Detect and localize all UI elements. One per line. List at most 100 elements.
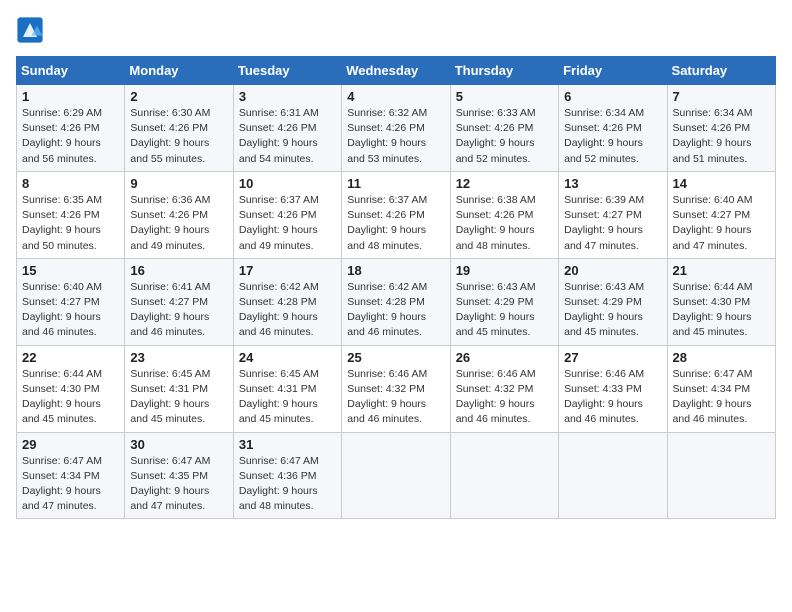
day-number: 18 xyxy=(347,263,444,278)
day-info: Sunrise: 6:30 AMSunset: 4:26 PMDaylight:… xyxy=(130,107,210,165)
calendar-week-1: 1 Sunrise: 6:29 AMSunset: 4:26 PMDayligh… xyxy=(17,85,776,172)
day-number: 4 xyxy=(347,89,444,104)
day-number: 26 xyxy=(456,350,553,365)
calendar-cell: 28 Sunrise: 6:47 AMSunset: 4:34 PMDaylig… xyxy=(667,345,775,432)
calendar-cell: 1 Sunrise: 6:29 AMSunset: 4:26 PMDayligh… xyxy=(17,85,125,172)
day-info: Sunrise: 6:38 AMSunset: 4:26 PMDaylight:… xyxy=(456,194,536,252)
calendar-cell: 19 Sunrise: 6:43 AMSunset: 4:29 PMDaylig… xyxy=(450,258,558,345)
weekday-wednesday: Wednesday xyxy=(342,57,450,85)
day-info: Sunrise: 6:29 AMSunset: 4:26 PMDaylight:… xyxy=(22,107,102,165)
calendar-cell xyxy=(667,432,775,519)
calendar-cell: 30 Sunrise: 6:47 AMSunset: 4:35 PMDaylig… xyxy=(125,432,233,519)
day-number: 27 xyxy=(564,350,661,365)
day-info: Sunrise: 6:47 AMSunset: 4:34 PMDaylight:… xyxy=(22,455,102,513)
calendar-cell: 8 Sunrise: 6:35 AMSunset: 4:26 PMDayligh… xyxy=(17,171,125,258)
calendar-week-2: 8 Sunrise: 6:35 AMSunset: 4:26 PMDayligh… xyxy=(17,171,776,258)
day-info: Sunrise: 6:39 AMSunset: 4:27 PMDaylight:… xyxy=(564,194,644,252)
day-number: 9 xyxy=(130,176,227,191)
day-info: Sunrise: 6:37 AMSunset: 4:26 PMDaylight:… xyxy=(347,194,427,252)
calendar-cell: 5 Sunrise: 6:33 AMSunset: 4:26 PMDayligh… xyxy=(450,85,558,172)
day-info: Sunrise: 6:43 AMSunset: 4:29 PMDaylight:… xyxy=(456,281,536,339)
day-info: Sunrise: 6:40 AMSunset: 4:27 PMDaylight:… xyxy=(22,281,102,339)
calendar-table: SundayMondayTuesdayWednesdayThursdayFrid… xyxy=(16,56,776,519)
day-number: 3 xyxy=(239,89,336,104)
day-number: 5 xyxy=(456,89,553,104)
calendar-cell: 21 Sunrise: 6:44 AMSunset: 4:30 PMDaylig… xyxy=(667,258,775,345)
weekday-friday: Friday xyxy=(559,57,667,85)
day-info: Sunrise: 6:46 AMSunset: 4:33 PMDaylight:… xyxy=(564,368,644,426)
calendar-week-4: 22 Sunrise: 6:44 AMSunset: 4:30 PMDaylig… xyxy=(17,345,776,432)
day-info: Sunrise: 6:46 AMSunset: 4:32 PMDaylight:… xyxy=(456,368,536,426)
weekday-thursday: Thursday xyxy=(450,57,558,85)
day-number: 24 xyxy=(239,350,336,365)
day-info: Sunrise: 6:45 AMSunset: 4:31 PMDaylight:… xyxy=(239,368,319,426)
weekday-sunday: Sunday xyxy=(17,57,125,85)
calendar-week-5: 29 Sunrise: 6:47 AMSunset: 4:34 PMDaylig… xyxy=(17,432,776,519)
day-info: Sunrise: 6:44 AMSunset: 4:30 PMDaylight:… xyxy=(673,281,753,339)
day-number: 30 xyxy=(130,437,227,452)
page-header xyxy=(16,16,776,44)
calendar-cell: 12 Sunrise: 6:38 AMSunset: 4:26 PMDaylig… xyxy=(450,171,558,258)
day-number: 11 xyxy=(347,176,444,191)
day-info: Sunrise: 6:34 AMSunset: 4:26 PMDaylight:… xyxy=(564,107,644,165)
day-info: Sunrise: 6:47 AMSunset: 4:34 PMDaylight:… xyxy=(673,368,753,426)
calendar-cell: 22 Sunrise: 6:44 AMSunset: 4:30 PMDaylig… xyxy=(17,345,125,432)
calendar-cell: 11 Sunrise: 6:37 AMSunset: 4:26 PMDaylig… xyxy=(342,171,450,258)
day-number: 16 xyxy=(130,263,227,278)
day-info: Sunrise: 6:33 AMSunset: 4:26 PMDaylight:… xyxy=(456,107,536,165)
calendar-cell: 2 Sunrise: 6:30 AMSunset: 4:26 PMDayligh… xyxy=(125,85,233,172)
day-info: Sunrise: 6:47 AMSunset: 4:35 PMDaylight:… xyxy=(130,455,210,513)
day-info: Sunrise: 6:46 AMSunset: 4:32 PMDaylight:… xyxy=(347,368,427,426)
day-info: Sunrise: 6:45 AMSunset: 4:31 PMDaylight:… xyxy=(130,368,210,426)
day-info: Sunrise: 6:36 AMSunset: 4:26 PMDaylight:… xyxy=(130,194,210,252)
day-info: Sunrise: 6:31 AMSunset: 4:26 PMDaylight:… xyxy=(239,107,319,165)
day-number: 21 xyxy=(673,263,770,278)
day-number: 29 xyxy=(22,437,119,452)
calendar-cell: 17 Sunrise: 6:42 AMSunset: 4:28 PMDaylig… xyxy=(233,258,341,345)
calendar-cell: 20 Sunrise: 6:43 AMSunset: 4:29 PMDaylig… xyxy=(559,258,667,345)
day-number: 19 xyxy=(456,263,553,278)
calendar-cell: 31 Sunrise: 6:47 AMSunset: 4:36 PMDaylig… xyxy=(233,432,341,519)
calendar-cell: 13 Sunrise: 6:39 AMSunset: 4:27 PMDaylig… xyxy=(559,171,667,258)
weekday-header-row: SundayMondayTuesdayWednesdayThursdayFrid… xyxy=(17,57,776,85)
calendar-cell: 3 Sunrise: 6:31 AMSunset: 4:26 PMDayligh… xyxy=(233,85,341,172)
calendar-cell xyxy=(450,432,558,519)
day-number: 6 xyxy=(564,89,661,104)
day-number: 25 xyxy=(347,350,444,365)
day-info: Sunrise: 6:35 AMSunset: 4:26 PMDaylight:… xyxy=(22,194,102,252)
calendar-cell: 23 Sunrise: 6:45 AMSunset: 4:31 PMDaylig… xyxy=(125,345,233,432)
calendar-cell: 15 Sunrise: 6:40 AMSunset: 4:27 PMDaylig… xyxy=(17,258,125,345)
day-number: 22 xyxy=(22,350,119,365)
day-number: 8 xyxy=(22,176,119,191)
calendar-cell: 29 Sunrise: 6:47 AMSunset: 4:34 PMDaylig… xyxy=(17,432,125,519)
day-number: 10 xyxy=(239,176,336,191)
calendar-cell: 6 Sunrise: 6:34 AMSunset: 4:26 PMDayligh… xyxy=(559,85,667,172)
weekday-tuesday: Tuesday xyxy=(233,57,341,85)
day-info: Sunrise: 6:43 AMSunset: 4:29 PMDaylight:… xyxy=(564,281,644,339)
day-info: Sunrise: 6:42 AMSunset: 4:28 PMDaylight:… xyxy=(347,281,427,339)
day-info: Sunrise: 6:37 AMSunset: 4:26 PMDaylight:… xyxy=(239,194,319,252)
calendar-cell: 25 Sunrise: 6:46 AMSunset: 4:32 PMDaylig… xyxy=(342,345,450,432)
day-number: 17 xyxy=(239,263,336,278)
day-info: Sunrise: 6:32 AMSunset: 4:26 PMDaylight:… xyxy=(347,107,427,165)
day-number: 13 xyxy=(564,176,661,191)
calendar-cell xyxy=(342,432,450,519)
logo-icon xyxy=(16,16,44,44)
calendar-week-3: 15 Sunrise: 6:40 AMSunset: 4:27 PMDaylig… xyxy=(17,258,776,345)
day-info: Sunrise: 6:40 AMSunset: 4:27 PMDaylight:… xyxy=(673,194,753,252)
logo xyxy=(16,16,48,44)
calendar-cell: 7 Sunrise: 6:34 AMSunset: 4:26 PMDayligh… xyxy=(667,85,775,172)
day-info: Sunrise: 6:42 AMSunset: 4:28 PMDaylight:… xyxy=(239,281,319,339)
calendar-cell: 27 Sunrise: 6:46 AMSunset: 4:33 PMDaylig… xyxy=(559,345,667,432)
day-number: 7 xyxy=(673,89,770,104)
calendar-cell: 10 Sunrise: 6:37 AMSunset: 4:26 PMDaylig… xyxy=(233,171,341,258)
day-number: 12 xyxy=(456,176,553,191)
day-number: 2 xyxy=(130,89,227,104)
calendar-cell: 14 Sunrise: 6:40 AMSunset: 4:27 PMDaylig… xyxy=(667,171,775,258)
day-number: 28 xyxy=(673,350,770,365)
calendar-cell: 26 Sunrise: 6:46 AMSunset: 4:32 PMDaylig… xyxy=(450,345,558,432)
weekday-monday: Monday xyxy=(125,57,233,85)
calendar-body: 1 Sunrise: 6:29 AMSunset: 4:26 PMDayligh… xyxy=(17,85,776,519)
day-number: 23 xyxy=(130,350,227,365)
calendar-cell: 4 Sunrise: 6:32 AMSunset: 4:26 PMDayligh… xyxy=(342,85,450,172)
